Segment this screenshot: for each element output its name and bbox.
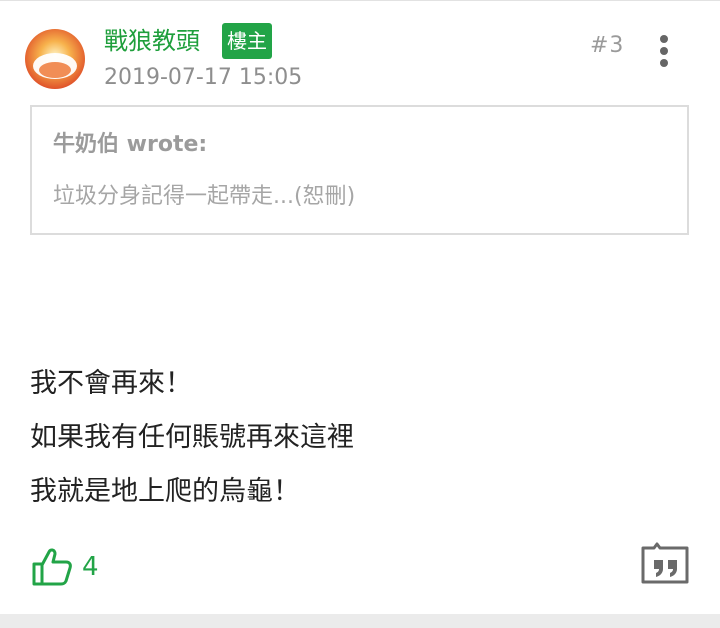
post-body-line: 我不會再來！ bbox=[30, 368, 192, 399]
author-name[interactable]: 戰狼教頭 bbox=[104, 24, 200, 58]
post-body: 我不會再來！ 如果我有任何賬號再來這裡 我就是地上爬的烏龜！ bbox=[30, 357, 354, 519]
floor-number[interactable]: #3 bbox=[590, 31, 624, 61]
avatar[interactable] bbox=[24, 28, 86, 90]
quote-text: 垃圾分身記得一起帶走...(恕刪) bbox=[53, 184, 356, 209]
post-body-line: 如果我有任何賬號再來這裡 bbox=[30, 422, 354, 453]
post-body-line: 我就是地上爬的烏龜！ bbox=[30, 476, 300, 507]
op-badge: 樓主 bbox=[222, 23, 272, 59]
thumbs-up-icon bbox=[32, 548, 72, 586]
quote-author: 牛奶伯 wrote: bbox=[53, 132, 208, 157]
more-vertical-icon[interactable] bbox=[650, 31, 678, 71]
like-count: 4 bbox=[82, 552, 99, 582]
quote-reply-icon[interactable] bbox=[640, 542, 690, 588]
post-card: 戰狼教頭 樓主 2019-07-17 15:05 #3 牛奶伯 wrote: 垃… bbox=[0, 0, 720, 614]
post-timestamp: 2019-07-17 15:05 bbox=[104, 65, 303, 90]
quote-block: 牛奶伯 wrote: 垃圾分身記得一起帶走...(恕刪) bbox=[30, 105, 689, 235]
